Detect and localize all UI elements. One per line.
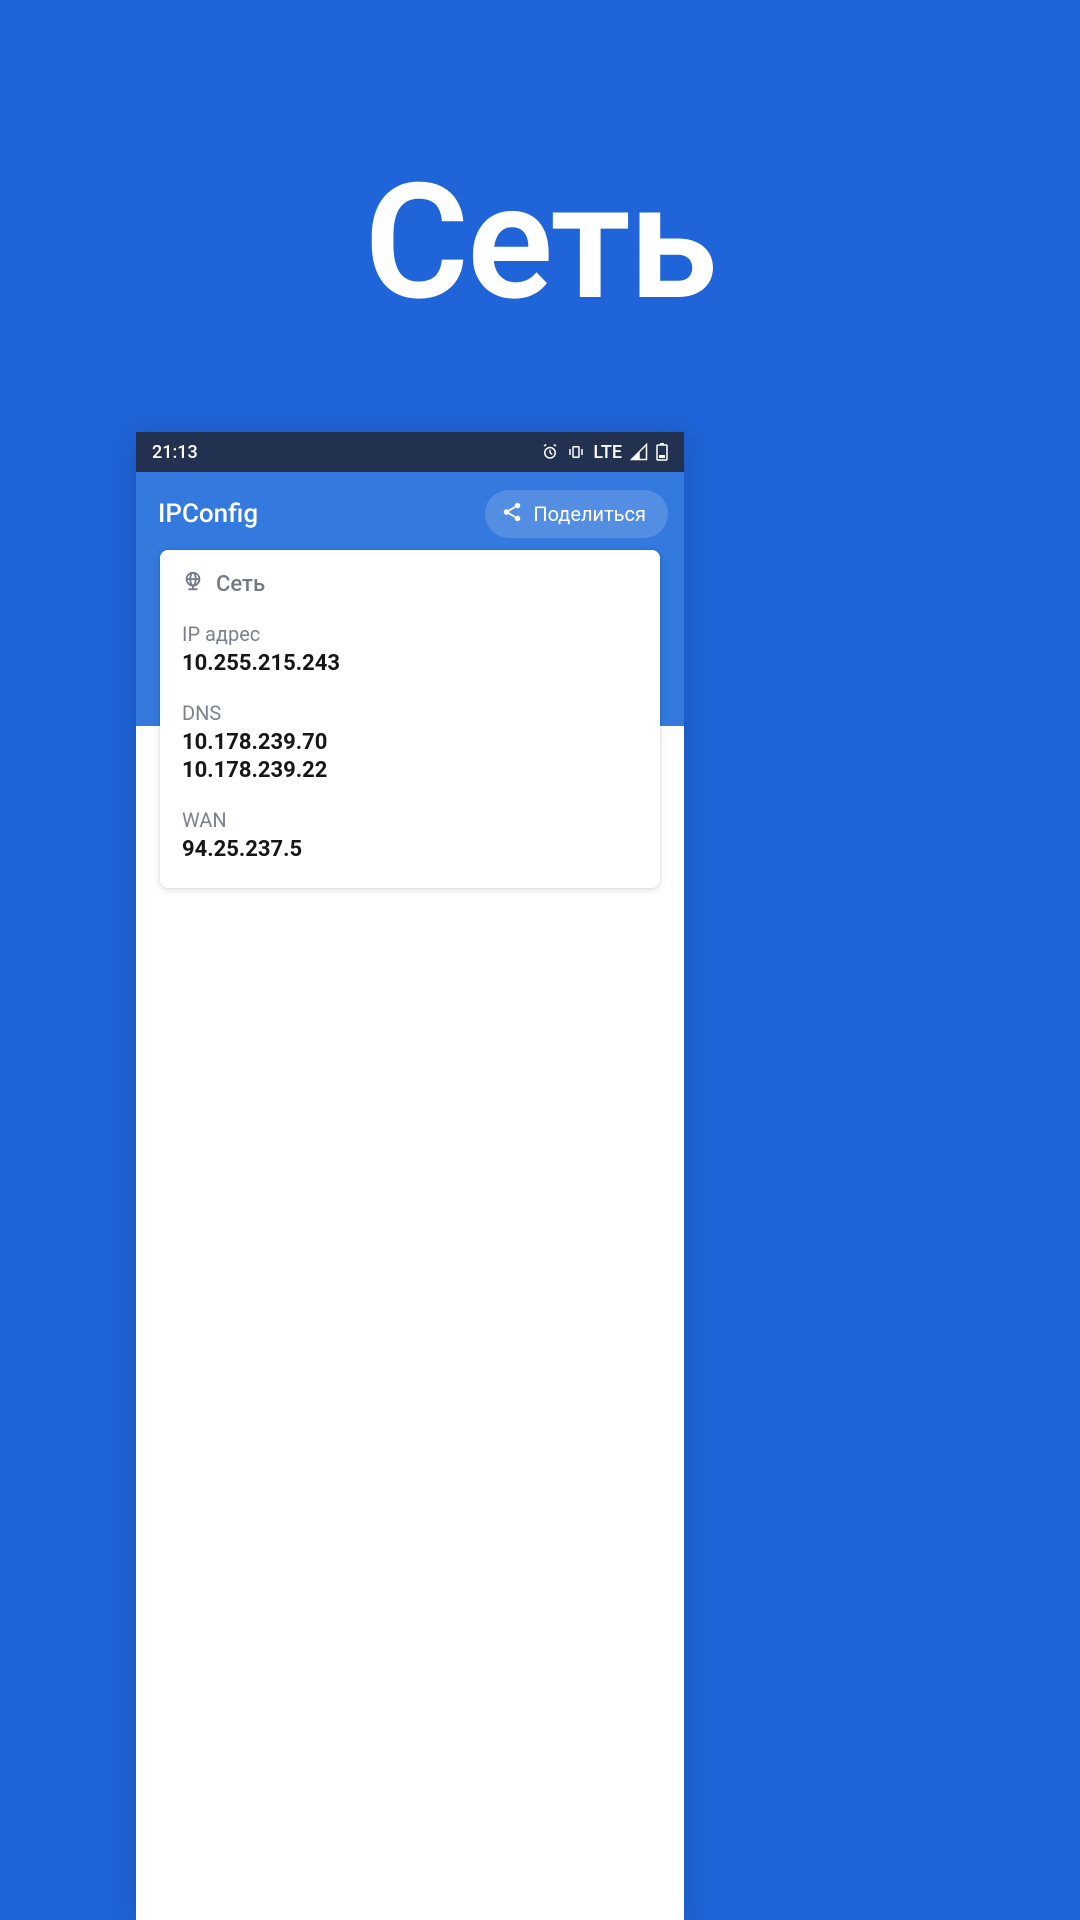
share-button[interactable]: Поделиться [485,490,668,538]
vibrate-icon [567,443,585,461]
phone-frame: 21:13 LTE [136,432,684,1920]
field-label: IP адрес [182,622,638,646]
card-header: Сеть [182,570,638,598]
share-icon [501,501,523,528]
field-ip-address: IP адрес 10.255.215.243 [182,622,638,679]
field-wan: WAN 94.25.237.5 [182,808,638,865]
field-label: WAN [182,808,638,832]
status-time: 21:13 [152,442,198,463]
globe-icon [182,570,204,598]
status-bar: 21:13 LTE [136,432,684,472]
share-button-label: Поделиться [533,502,646,526]
signal-icon [630,443,648,461]
field-value: 10.178.239.70 10.178.239.22 [182,729,638,786]
alarm-icon [541,443,559,461]
app-title: IPConfig [158,499,258,529]
card-title: Сеть [216,572,265,597]
field-value: 10.255.215.243 [182,650,638,679]
field-value: 94.25.237.5 [182,836,638,865]
page-title: Сеть [0,150,1080,337]
field-label: DNS [182,701,638,725]
network-card: Сеть IP адрес 10.255.215.243 DNS 10.178.… [160,550,660,888]
network-type: LTE [593,442,622,463]
battery-icon [656,443,668,461]
field-dns: DNS 10.178.239.70 10.178.239.22 [182,701,638,786]
